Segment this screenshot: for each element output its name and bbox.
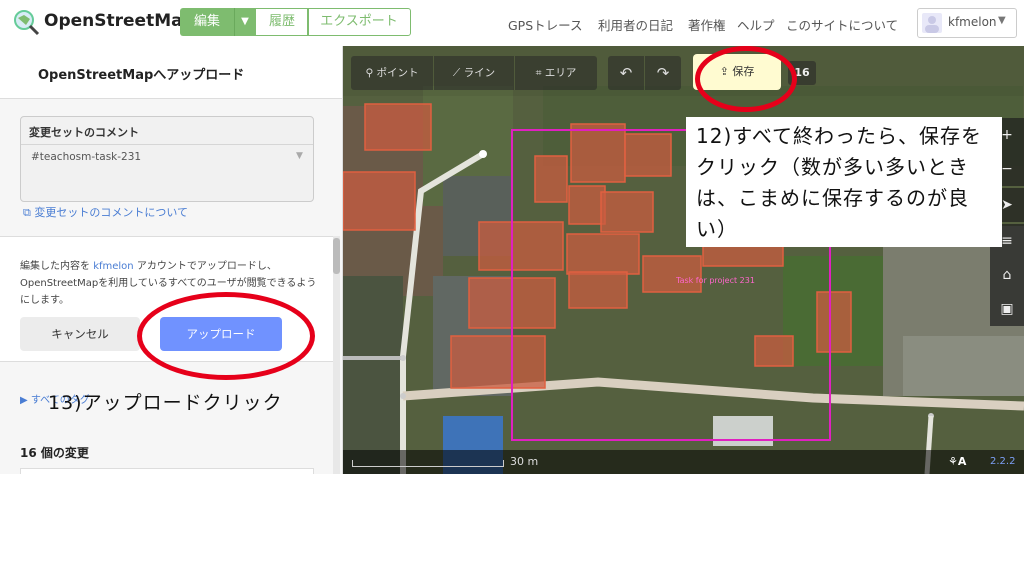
- sidebar-header: OpenStreetMapへアップロード: [0, 46, 342, 99]
- scale-label: 30 m: [510, 455, 539, 468]
- export-tab[interactable]: エクスポート: [307, 8, 411, 36]
- comment-help-link-text: 変更セットのコメントについて: [34, 206, 189, 219]
- satellite-imagery: [343, 46, 1024, 474]
- highlight-ring-upload: [137, 292, 315, 380]
- instruction-text-step13: 13)アップロードクリック: [48, 392, 283, 414]
- scale-bar[interactable]: [352, 460, 504, 467]
- chevron-down-icon[interactable]: ▼: [296, 151, 303, 161]
- avatar-icon: [922, 13, 942, 33]
- external-link-icon: ⧉: [23, 206, 35, 219]
- chevron-down-icon: ▼: [998, 15, 1006, 26]
- instruction-callout-step12: 12)すべて終わったら、保存をクリック（数が多い多いときは、こまめに保存するのが…: [686, 117, 1002, 247]
- nav-about[interactable]: このサイトについて: [786, 15, 898, 34]
- highlight-ring-save: [695, 46, 797, 112]
- user-menu-button[interactable]: kfmelon ▼: [917, 8, 1017, 38]
- undo-icon[interactable]: ↶: [608, 56, 644, 90]
- changes-list: [20, 468, 314, 474]
- version-label[interactable]: 2.2.2: [990, 456, 1015, 467]
- changes-heading: 16 個の変更: [20, 446, 89, 460]
- nav-help[interactable]: ヘルプ: [737, 15, 775, 34]
- area-icon: ⌗: [535, 67, 545, 79]
- add-line-button[interactable]: ⟋ ライン: [434, 56, 514, 90]
- add-area-button[interactable]: ⌗ エリア: [515, 56, 597, 90]
- point-icon: ⚲: [365, 67, 377, 79]
- redo-icon[interactable]: ↷: [645, 56, 681, 90]
- sidebar-title: OpenStreetMapへアップロード: [38, 68, 245, 83]
- history-tab[interactable]: 履歴: [255, 8, 309, 36]
- info-prefix: 編集した内容を: [20, 261, 90, 272]
- changeset-comment-field[interactable]: 変更セットのコメント #teachosm-task-231 ▼: [20, 116, 314, 202]
- line-icon: ⟋: [452, 67, 464, 79]
- disclosure-triangle-icon: ▶: [20, 395, 31, 406]
- edit-menu-caret-icon[interactable]: ▼: [234, 8, 255, 36]
- task-boundary-label: Task for project 231: [676, 276, 755, 285]
- divider: [21, 144, 313, 145]
- site-logo-text[interactable]: OpenStreetMap: [44, 11, 195, 31]
- add-area-label: エリア: [544, 67, 577, 79]
- add-point-label: ポイント: [376, 67, 419, 79]
- comment-label: 変更セットのコメント: [29, 126, 139, 139]
- comment-input[interactable]: #teachosm-task-231: [31, 151, 141, 163]
- map-canvas[interactable]: [343, 46, 1024, 474]
- user-link[interactable]: kfmelon: [93, 261, 133, 272]
- language-icon[interactable]: ⚘A: [948, 455, 966, 468]
- osm-logo-icon[interactable]: [12, 8, 40, 36]
- map-data-icon[interactable]: ⌂: [990, 258, 1024, 292]
- comment-help-link[interactable]: ⧉ 変更セットのコメントについて: [23, 204, 188, 220]
- nav-gps-traces[interactable]: GPSトレース: [508, 15, 583, 34]
- add-line-label: ライン: [463, 67, 496, 79]
- edit-button[interactable]: 編集: [180, 8, 234, 36]
- username-label: kfmelon: [948, 15, 997, 29]
- nav-copyright[interactable]: 著作権: [688, 15, 726, 34]
- instruction-text-step12: 12)すべて終わったら、保存をクリック（数が多い多いときは、こまめに保存するのが…: [696, 124, 983, 241]
- issues-icon[interactable]: ▣: [990, 292, 1024, 326]
- cancel-button[interactable]: キャンセル: [20, 317, 140, 351]
- scrollbar-thumb[interactable]: [333, 238, 340, 274]
- add-point-button[interactable]: ⚲ ポイント: [351, 56, 433, 90]
- nav-user-diaries[interactable]: 利用者の日記: [598, 15, 673, 34]
